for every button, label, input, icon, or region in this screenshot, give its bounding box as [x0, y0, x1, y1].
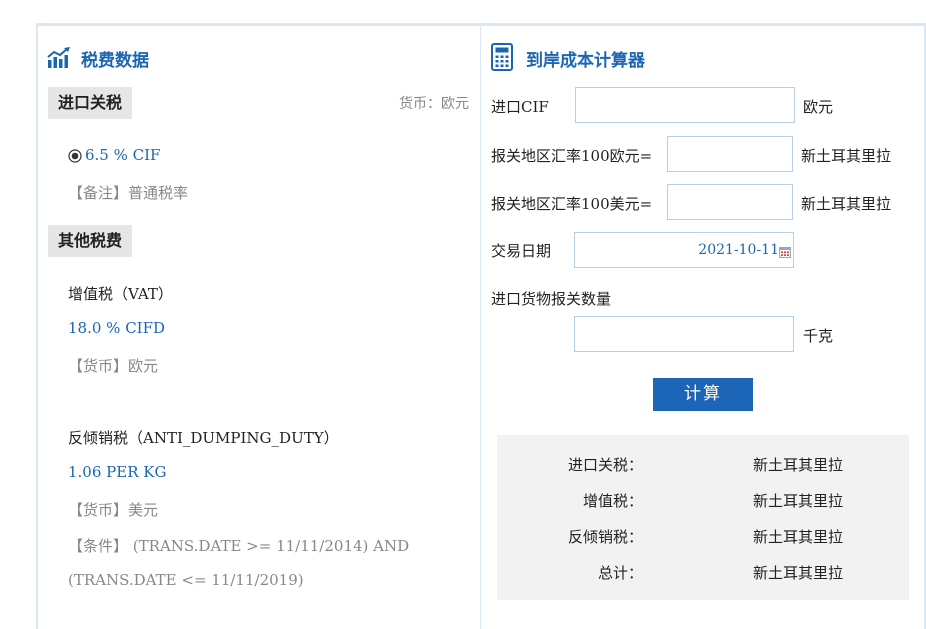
column-divider	[480, 26, 481, 629]
result-row-vat: 增值税： 新土耳其里拉	[497, 490, 909, 514]
quantity-unit: 千克	[803, 327, 834, 345]
cif-input[interactable]	[575, 87, 795, 123]
calculator-title: 到岸成本计算器	[526, 51, 645, 71]
anti-dumping-name: 反倾销税（ANTI_DUMPING_DUTY）	[68, 429, 339, 447]
calculate-button[interactable]: 计算	[653, 378, 753, 411]
vat-name: 增值税（VAT）	[68, 285, 173, 303]
tax-data-title: 税费数据	[81, 51, 149, 71]
date-input[interactable]: 2021-10-11	[574, 232, 794, 268]
date-label: 交易日期	[491, 242, 552, 260]
cif-label: 进口CIF	[491, 98, 549, 116]
quantity-input[interactable]	[574, 316, 794, 352]
date-value: 2021-10-11	[698, 242, 779, 258]
vat-currency: 【货币】欧元	[68, 357, 159, 375]
eur-rate-unit: 新土耳其里拉	[801, 147, 892, 165]
usd-rate-label: 报关地区汇率100美元=	[491, 195, 653, 213]
result-label: 进口关税：	[567, 456, 643, 474]
result-value: 新土耳其里拉	[753, 528, 844, 546]
currency-note: 货币：欧元	[399, 96, 469, 112]
chart-trend-icon	[47, 47, 71, 73]
vat-rate: 18.0 % CIFD	[68, 319, 166, 337]
eur-rate-input[interactable]	[667, 136, 793, 172]
anti-dumping-currency: 【货币】美元	[68, 501, 159, 519]
result-row-import-duty: 进口关税： 新土耳其里拉	[497, 454, 909, 478]
anti-dumping-rate: 1.06 PER KG	[68, 463, 167, 481]
calendar-icon[interactable]	[779, 243, 791, 262]
radio-selected-icon[interactable]	[68, 148, 82, 167]
quantity-label: 进口货物报关数量	[491, 290, 612, 308]
result-panel: 进口关税： 新土耳其里拉 增值税： 新土耳其里拉 反倾销税： 新土耳其里拉 总计…	[497, 435, 909, 600]
remark-text: 【备注】普通税率	[68, 184, 189, 202]
import-duty-tag: 进口关税	[48, 87, 133, 119]
anti-dumping-condition-line1: 【条件】 (TRANS.DATE >= 11/11/2014) AND	[68, 535, 409, 556]
cif-unit: 欧元	[803, 98, 834, 116]
usd-rate-unit: 新土耳其里拉	[801, 195, 892, 213]
result-label: 增值税：	[582, 492, 643, 510]
result-value: 新土耳其里拉	[753, 564, 844, 582]
result-label: 总计：	[597, 564, 643, 582]
usd-rate-input[interactable]	[667, 184, 793, 220]
condition-expression-1: (TRANS.DATE >= 11/11/2014) AND	[132, 537, 410, 555]
eur-rate-label: 报关地区汇率100欧元=	[491, 147, 653, 165]
calculator-icon	[491, 43, 513, 75]
result-label: 反倾销税：	[567, 528, 643, 546]
result-row-anti-dumping: 反倾销税： 新土耳其里拉	[497, 526, 909, 550]
result-value: 新土耳其里拉	[753, 492, 844, 510]
condition-prefix: 【条件】	[68, 537, 129, 555]
other-taxes-tag: 其他税费	[48, 225, 133, 257]
import-duty-rate: 6.5 % CIF	[85, 146, 161, 164]
result-row-total: 总计： 新土耳其里拉	[497, 562, 909, 586]
anti-dumping-condition-line2: (TRANS.DATE <= 11/11/2019)	[68, 571, 304, 589]
result-value: 新土耳其里拉	[753, 456, 844, 474]
